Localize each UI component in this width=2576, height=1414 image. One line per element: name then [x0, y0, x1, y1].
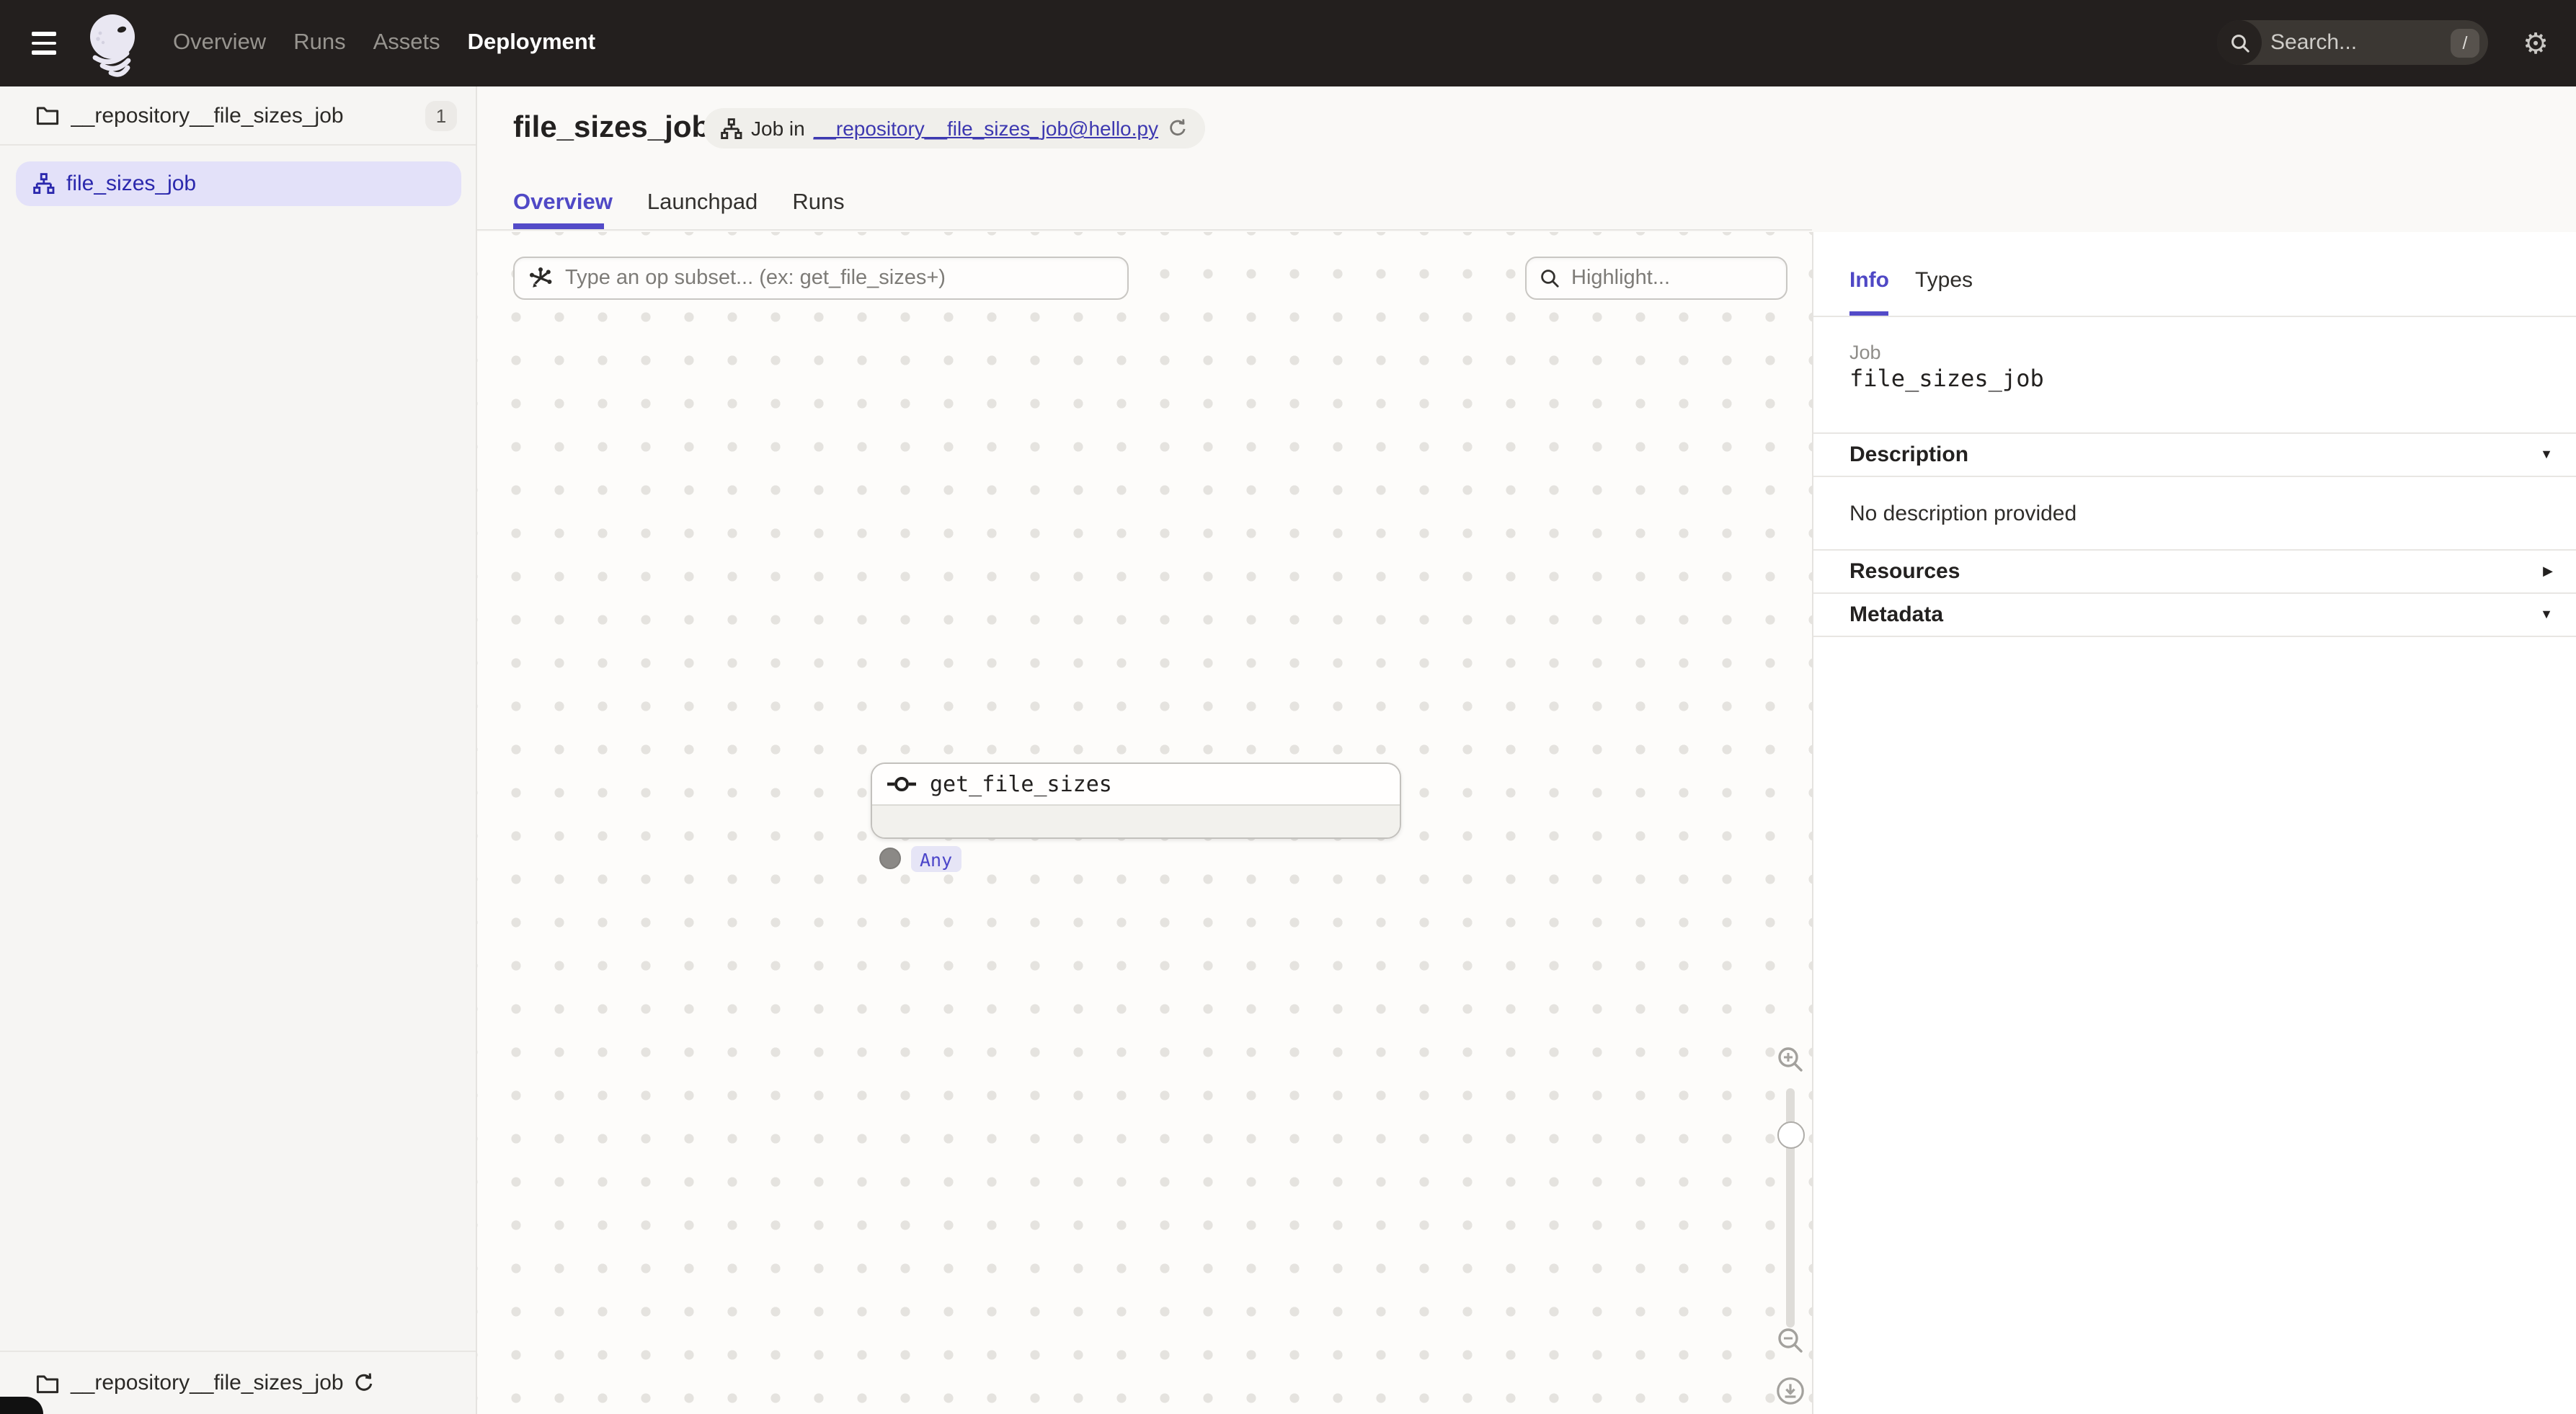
panel-tabs: Info Types — [1849, 268, 1973, 293]
gear-icon[interactable]: ⚙ — [2517, 0, 2554, 86]
op-node-title: get_file_sizes — [872, 764, 1400, 806]
sidebar-repository-row[interactable]: __repository__file_sizes_job 1 — [0, 86, 476, 146]
op-graph-canvas[interactable]: get_file_sizes Any — [477, 232, 1812, 1414]
nav-item-runs[interactable]: Runs — [293, 30, 345, 56]
section-resources-title: Resources — [1849, 559, 2543, 583]
op-node-body — [872, 806, 1400, 837]
zoom-slider-handle[interactable] — [1777, 1121, 1804, 1149]
job-sidebar: __repository__file_sizes_job 1 file_size… — [0, 86, 477, 1414]
chevron-down-icon: ▼ — [2540, 607, 2553, 621]
panel-job-name: file_sizes_job — [1849, 365, 2044, 392]
dagster-logo-icon[interactable] — [82, 12, 143, 78]
nav-item-assets[interactable]: Assets — [373, 30, 440, 56]
tab-launchpad[interactable]: Launchpad — [647, 190, 758, 216]
section-metadata-title: Metadata — [1849, 602, 2540, 626]
sidebar-item-label: file_sizes_job — [66, 172, 196, 196]
nav-item-deployment[interactable]: Deployment — [468, 30, 595, 56]
nav-item-overview[interactable]: Overview — [173, 30, 266, 56]
tab-types[interactable]: Types — [1915, 268, 1973, 293]
section-resources[interactable]: Resources ▶ — [1813, 549, 2576, 592]
sidebar-footer: __repository__file_sizes_job — [0, 1351, 476, 1414]
section-description[interactable]: Description ▼ — [1813, 432, 2576, 476]
output-port[interactable] — [879, 848, 901, 869]
sidebar-repository-label: __repository__file_sizes_job — [71, 103, 425, 128]
breadcrumb: Job in __repository__file_sizes_job@hell… — [703, 108, 1204, 148]
search-icon — [1540, 268, 1560, 288]
divider — [1813, 316, 2576, 317]
info-panel: Info Types Job file_sizes_job Descriptio… — [1812, 232, 2576, 1414]
zoom-controls — [1770, 1045, 1811, 1414]
description-body: No description provided — [1849, 502, 2077, 526]
tab-info[interactable]: Info — [1849, 268, 1889, 293]
section-description-title: Description — [1849, 442, 2540, 466]
search-input[interactable] — [2262, 30, 2451, 55]
hamburger-menu-icon[interactable] — [32, 27, 61, 59]
job-count-badge: 1 — [425, 100, 457, 130]
section-metadata[interactable]: Metadata ▼ — [1813, 592, 2576, 636]
job-graph-icon — [721, 117, 742, 139]
search-icon — [2217, 20, 2262, 65]
chevron-right-icon: ▶ — [2543, 563, 2553, 579]
download-image-icon[interactable] — [1776, 1377, 1805, 1405]
sidebar-item-file-sizes-job[interactable]: file_sizes_job — [16, 161, 461, 206]
tab-overview[interactable]: Overview — [513, 190, 613, 216]
folder-icon — [36, 105, 59, 125]
highlight-input[interactable] — [1571, 267, 1773, 290]
folder-icon — [36, 1373, 59, 1393]
reload-repository-icon[interactable] — [354, 1372, 376, 1394]
top-nav: Overview Runs Assets Deployment / ⚙ — [0, 0, 2576, 86]
highlight-search[interactable] — [1525, 257, 1787, 300]
output-type-badge[interactable]: Any — [911, 846, 961, 872]
zoom-in-icon[interactable] — [1776, 1045, 1805, 1074]
active-tab-underline — [513, 223, 604, 229]
primary-nav: Overview Runs Assets Deployment — [173, 0, 595, 86]
job-kind-label: Job — [1849, 342, 1881, 363]
job-tabs: Overview Launchpad Runs — [513, 190, 845, 216]
page-title: file_sizes_job — [513, 111, 710, 146]
tab-runs[interactable]: Runs — [792, 190, 844, 216]
reload-job-icon[interactable] — [1167, 118, 1187, 138]
tabs-divider — [477, 229, 1812, 231]
dagster-app: Overview Runs Assets Deployment / ⚙ — [0, 0, 2576, 1414]
breadcrumb-prefix: Job in — [751, 117, 805, 140]
search-shortcut-badge: / — [2451, 28, 2479, 57]
job-graph-icon — [33, 173, 55, 195]
op-subset-selector[interactable] — [513, 257, 1129, 300]
breadcrumb-repo-link[interactable]: __repository__file_sizes_job@hello.py — [814, 117, 1158, 140]
global-search[interactable]: / — [2217, 20, 2488, 65]
chevron-down-icon: ▼ — [2540, 447, 2553, 461]
op-node-get-file-sizes[interactable]: get_file_sizes — [871, 762, 1401, 839]
op-selector-icon — [528, 265, 554, 291]
divider — [1813, 476, 2576, 477]
op-icon — [887, 775, 918, 793]
job-header: file_sizes_job Job in __repository__file… — [477, 86, 2576, 232]
footer-repository-label: __repository__file_sizes_job — [71, 1371, 344, 1395]
op-node-name: get_file_sizes — [930, 771, 1112, 797]
divider — [1813, 636, 2576, 637]
zoom-out-icon[interactable] — [1776, 1326, 1805, 1355]
op-subset-input[interactable] — [565, 267, 1114, 290]
